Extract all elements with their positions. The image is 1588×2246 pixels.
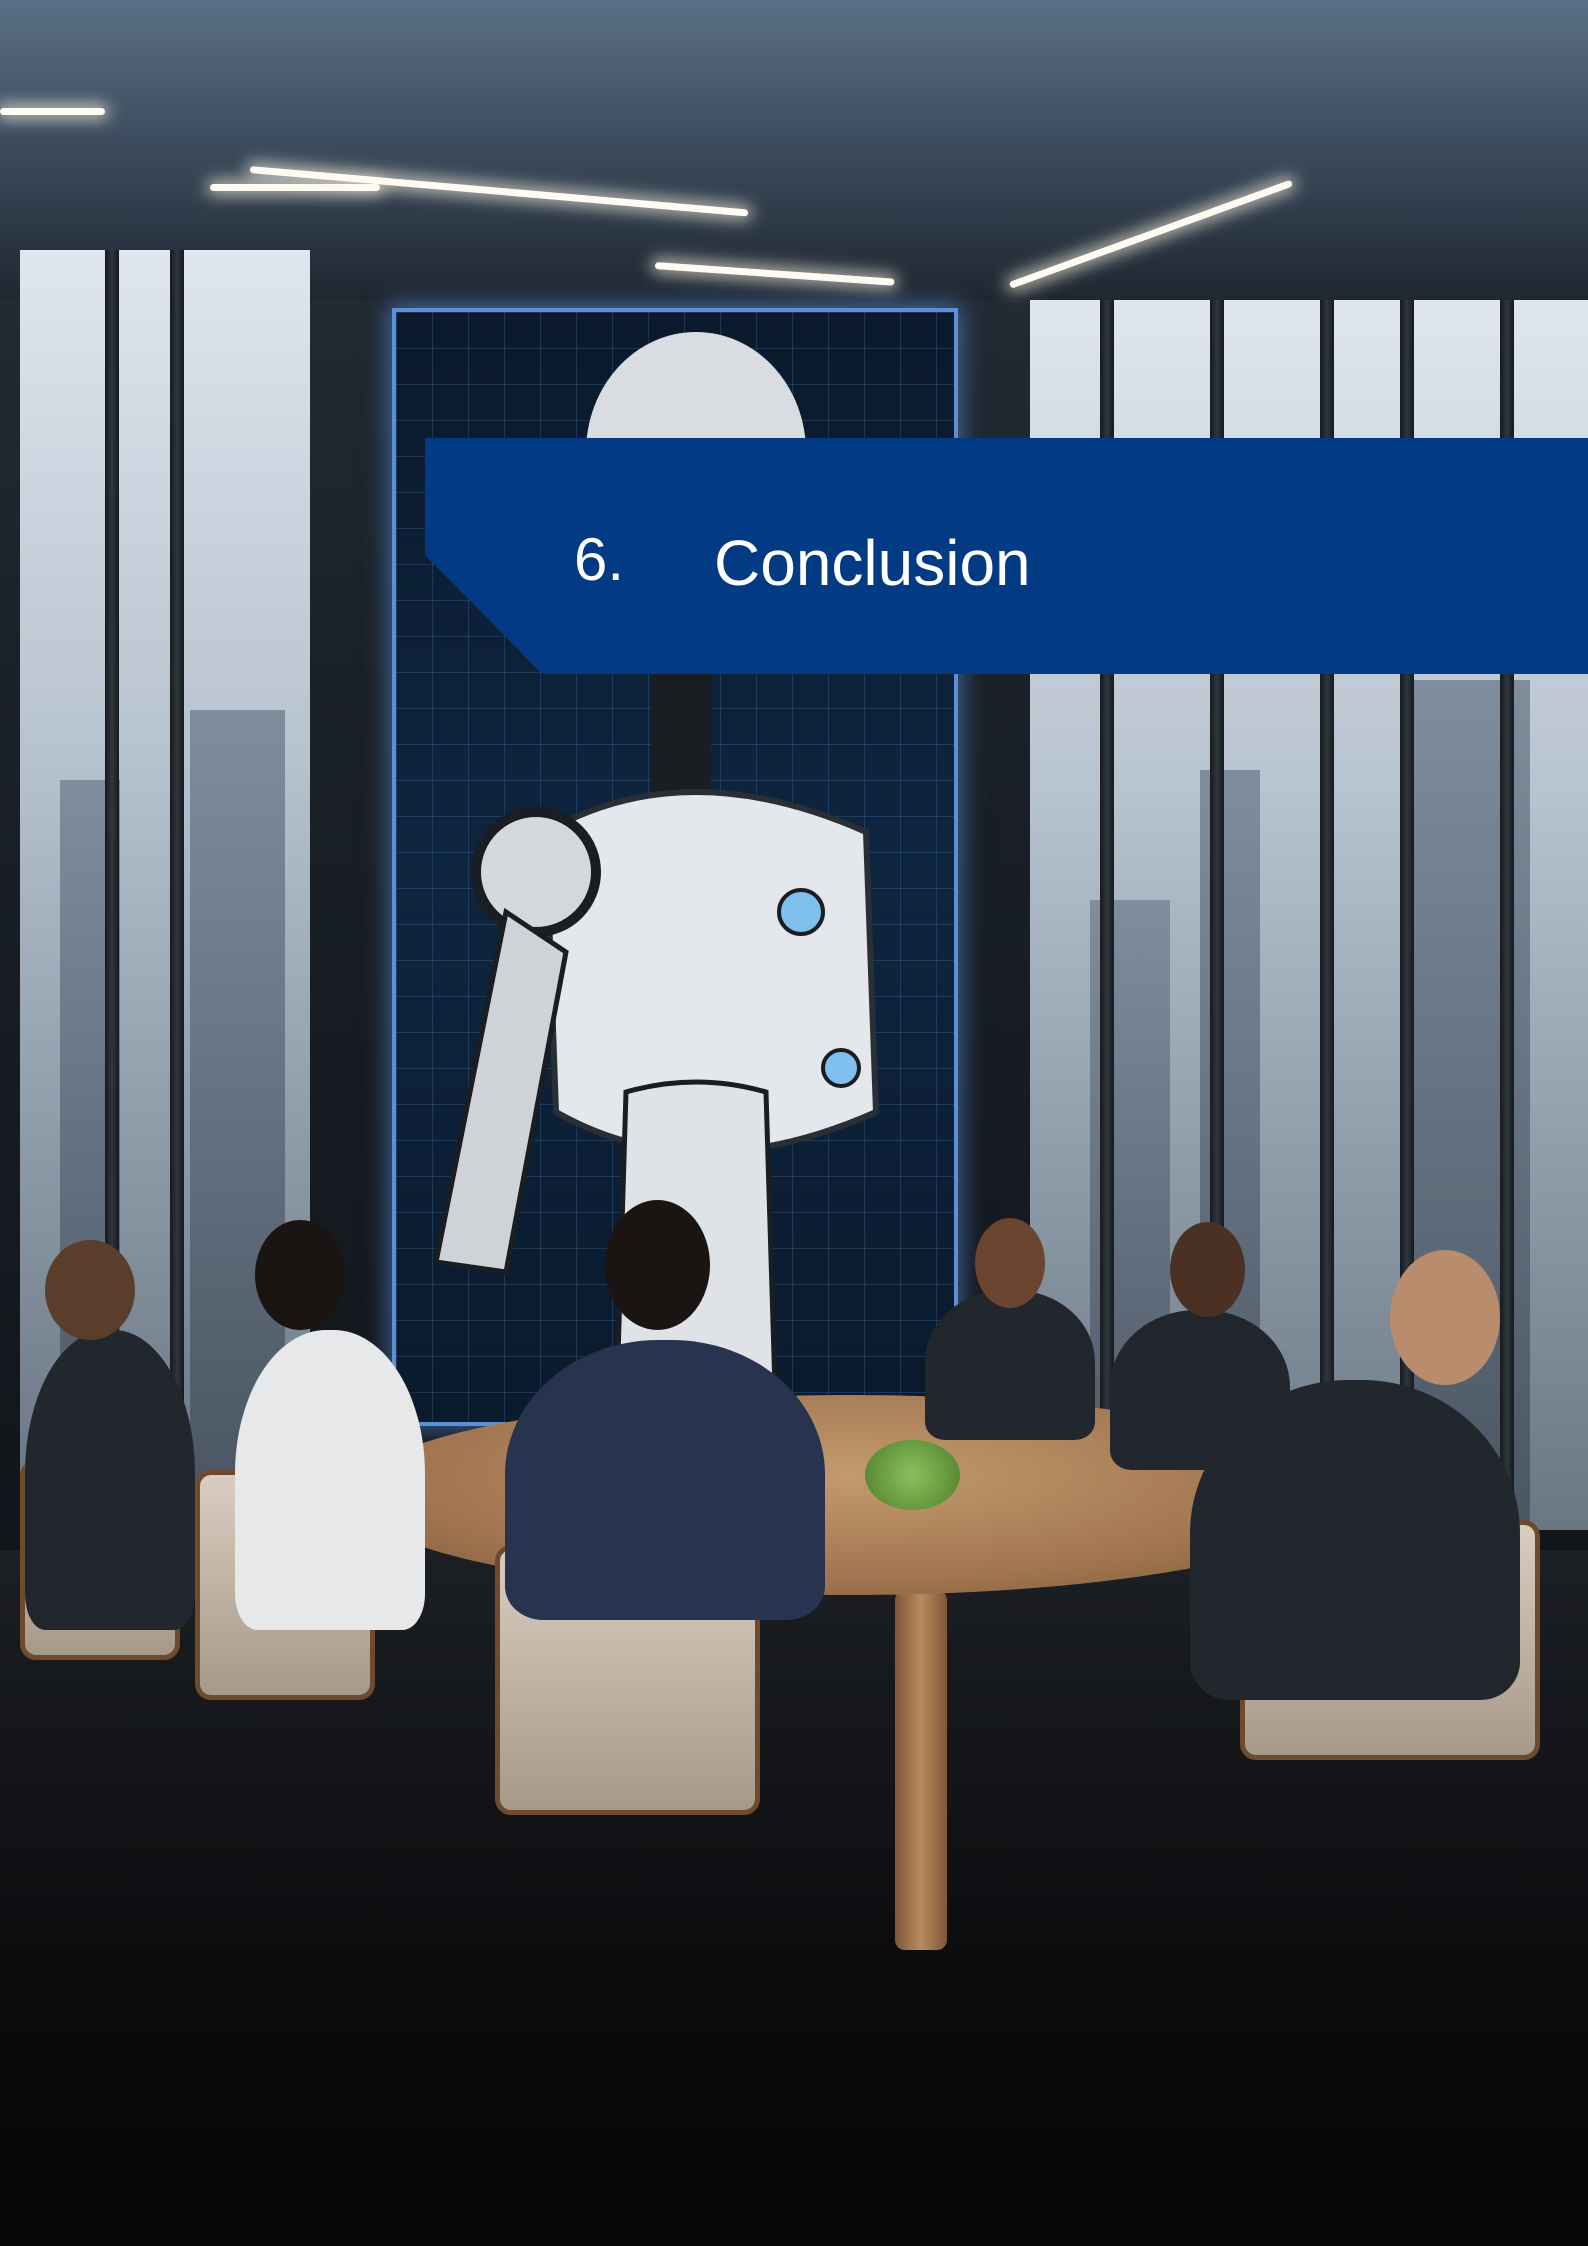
ceiling-light xyxy=(0,108,105,115)
document-page: 6. Conclusion xyxy=(0,0,1588,2246)
person-head xyxy=(45,1240,135,1340)
person xyxy=(505,1340,825,1620)
person-head xyxy=(255,1220,345,1330)
person xyxy=(1190,1380,1520,1700)
person-head xyxy=(1170,1222,1245,1317)
person xyxy=(235,1330,425,1630)
cover-illustration xyxy=(0,0,1588,2246)
section-title: Conclusion xyxy=(714,527,1031,599)
window-mullion xyxy=(170,250,184,1500)
person-head xyxy=(605,1200,710,1330)
ceiling-light xyxy=(210,184,380,191)
person-head xyxy=(975,1218,1045,1308)
table-leg xyxy=(895,1590,947,1950)
person xyxy=(25,1330,195,1630)
section-number: 6. xyxy=(574,526,625,593)
person xyxy=(925,1290,1095,1440)
table-plant xyxy=(865,1440,960,1510)
person-head xyxy=(1390,1250,1500,1385)
